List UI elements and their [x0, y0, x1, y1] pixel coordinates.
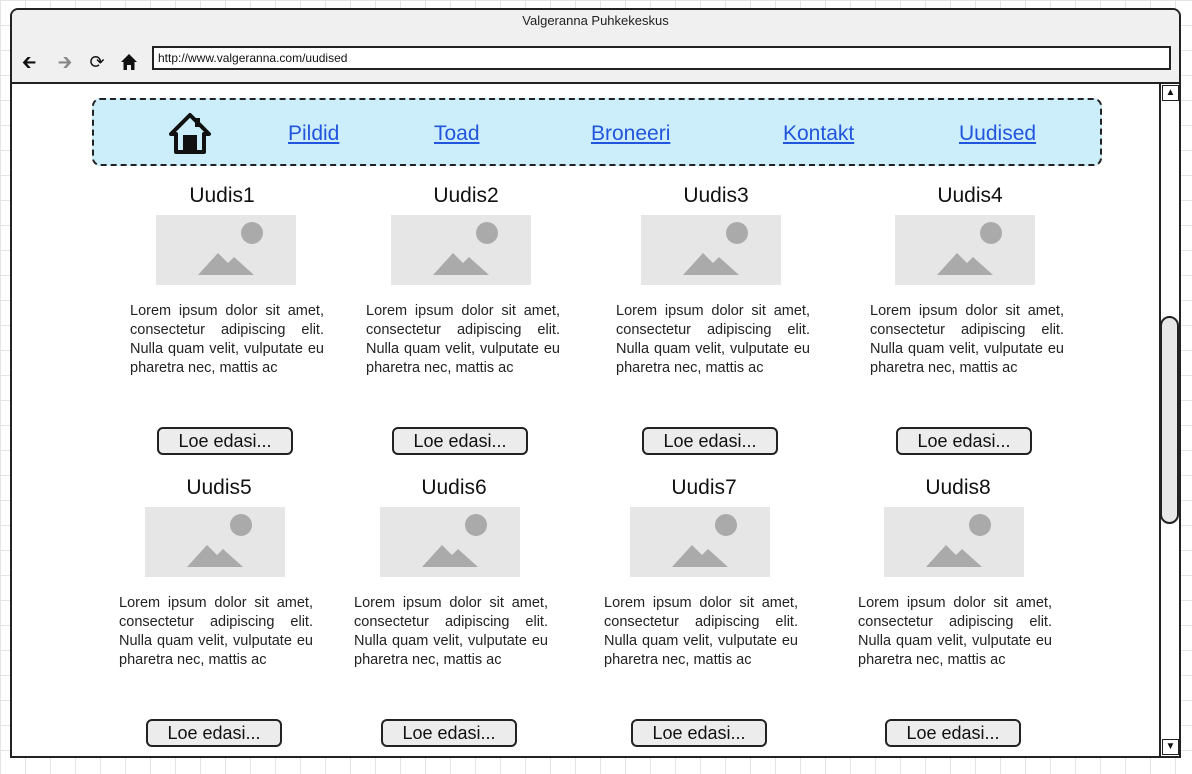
news-summary: Lorem ipsum dolor sit amet, consectetur …: [119, 595, 313, 668]
news-title: Uudis3: [683, 184, 749, 207]
news-summary: Lorem ipsum dolor sit amet, consectetur …: [354, 595, 548, 668]
menu-link-pildid[interactable]: Pildid: [288, 122, 339, 146]
navigation-menu: Pildid Toad Broneeri Kontakt Uudised: [92, 98, 1102, 166]
browser-titlebar: Valgeranna Puhkekeskus 🡰 🡲 ⟳ http://www.…: [12, 10, 1179, 84]
news-title: Uudis4: [937, 184, 1003, 207]
news-summary: Lorem ipsum dolor sit amet, consectetur …: [616, 303, 810, 376]
news-summary: Lorem ipsum dolor sit amet, consectetur …: [366, 303, 560, 376]
scrollbar-thumb[interactable]: [1160, 316, 1179, 524]
browser-window: Valgeranna Puhkekeskus 🡰 🡲 ⟳ http://www.…: [10, 8, 1181, 758]
back-arrow-icon[interactable]: 🡰: [20, 50, 38, 74]
menu-link-toad[interactable]: Toad: [434, 122, 480, 146]
reload-icon[interactable]: ⟳: [88, 50, 106, 74]
window-title: Valgeranna Puhkekeskus: [522, 13, 669, 28]
news-title: Uudis8: [925, 476, 991, 499]
read-more-button[interactable]: Loe edasi...: [146, 719, 282, 747]
home-icon[interactable]: [168, 112, 212, 154]
read-more-button[interactable]: Loe edasi...: [157, 427, 293, 455]
news-title: Uudis7: [671, 476, 737, 499]
news-title: Uudis2: [433, 184, 499, 207]
image-placeholder-icon: [156, 215, 296, 285]
scroll-down-icon[interactable]: ▼: [1162, 739, 1179, 755]
image-placeholder-icon: [630, 507, 770, 577]
news-summary: Lorem ipsum dolor sit amet, consectetur …: [130, 303, 324, 376]
news-summary: Lorem ipsum dolor sit amet, consectetur …: [858, 595, 1052, 668]
address-bar-input[interactable]: http://www.valgeranna.com/uudised: [152, 46, 1171, 70]
image-placeholder-icon: [391, 215, 531, 285]
menu-link-uudised[interactable]: Uudised: [959, 122, 1036, 146]
read-more-button[interactable]: Loe edasi...: [392, 427, 528, 455]
news-title: Uudis1: [189, 184, 255, 207]
read-more-button[interactable]: Loe edasi...: [631, 719, 767, 747]
page-content: Pildid Toad Broneeri Kontakt Uudised Uud…: [12, 84, 1159, 756]
menu-link-broneeri[interactable]: Broneeri: [591, 122, 670, 146]
forward-arrow-icon[interactable]: 🡲: [56, 50, 74, 74]
browser-home-icon[interactable]: [120, 50, 138, 74]
news-summary: Lorem ipsum dolor sit amet, consectetur …: [870, 303, 1064, 376]
scroll-up-icon[interactable]: ▲: [1162, 85, 1179, 101]
image-placeholder-icon: [884, 507, 1024, 577]
image-placeholder-icon: [641, 215, 781, 285]
read-more-button[interactable]: Loe edasi...: [896, 427, 1032, 455]
read-more-button[interactable]: Loe edasi...: [381, 719, 517, 747]
news-summary: Lorem ipsum dolor sit amet, consectetur …: [604, 595, 798, 668]
news-title: Uudis5: [186, 476, 252, 499]
image-placeholder-icon: [380, 507, 520, 577]
news-title: Uudis6: [421, 476, 487, 499]
vertical-scrollbar[interactable]: ▲ ▼: [1159, 84, 1179, 756]
image-placeholder-icon: [145, 507, 285, 577]
menu-link-kontakt[interactable]: Kontakt: [783, 122, 854, 146]
image-placeholder-icon: [895, 215, 1035, 285]
read-more-button[interactable]: Loe edasi...: [642, 427, 778, 455]
read-more-button[interactable]: Loe edasi...: [885, 719, 1021, 747]
